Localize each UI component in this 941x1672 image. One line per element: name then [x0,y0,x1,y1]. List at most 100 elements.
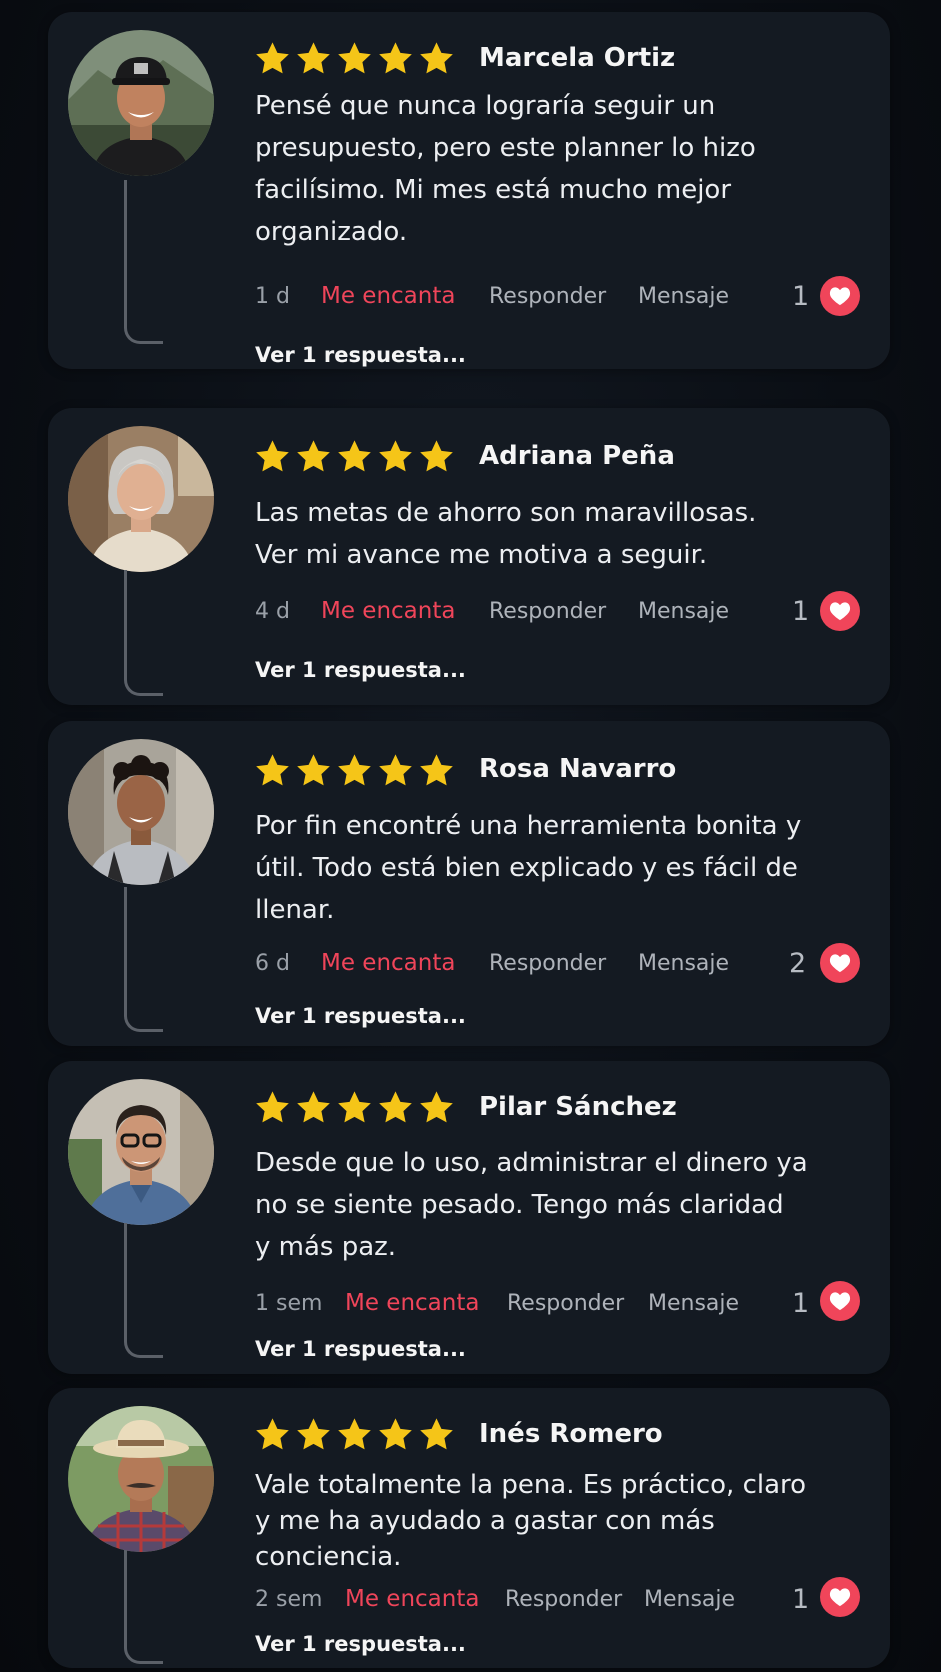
review-text-line: no se siente pesado. Tengo más claridad [255,1190,784,1220]
message-button[interactable]: Mensaje [638,599,729,624]
like-button[interactable] [820,1577,860,1617]
star-icon [338,1418,371,1450]
review-text-line: facilísimo. Mi mes está mucho mejor [255,175,732,205]
view-replies-link[interactable]: Ver 1 respuesta... [255,1632,466,1656]
star-icon [338,754,371,786]
star-rating [253,752,456,790]
review-card: Adriana Peña Las metas de ahorro son mar… [48,408,890,705]
review-card: Inés Romero Vale totalmente la pena. Es … [48,1388,890,1668]
like-count: 1 [792,1288,810,1319]
heart-icon [829,1292,851,1311]
star-icon [379,42,412,74]
star-icon [338,440,371,472]
star-icon [297,42,330,74]
star-icon [379,440,412,472]
review-text-line: útil. Todo está bien explicado y es fáci… [255,853,798,883]
view-replies-link[interactable]: Ver 1 respuesta... [255,1004,466,1028]
review-text-line: Ver mi avance me motiva a seguir. [255,540,708,570]
like-button[interactable] [820,943,860,983]
review-text-line: Vale totalmente la pena. Es práctico, cl… [255,1470,807,1500]
review-text-line: presupuesto, pero este planner lo hizo [255,133,756,163]
star-rating [253,1089,456,1127]
reviewer-name[interactable]: Marcela Ortiz [479,43,675,73]
view-replies-link[interactable]: Ver 1 respuesta... [255,658,466,682]
heart-icon [829,954,851,973]
review-card: Rosa Navarro Por fin encontré una herram… [48,721,890,1046]
star-icon [379,1091,412,1123]
like-count: 1 [792,281,810,312]
star-icon [297,440,330,472]
star-icon [256,1091,289,1123]
star-icon [420,754,453,786]
avatar[interactable] [68,1406,214,1552]
review-time: 1 d [255,284,290,309]
reviewer-name[interactable]: Pilar Sánchez [479,1092,677,1122]
like-count: 1 [792,1584,810,1615]
like-button[interactable] [820,276,860,316]
reviewer-name[interactable]: Inés Romero [479,1419,663,1449]
review-text: Las metas de ahorro son maravillosas. Ve… [255,492,815,576]
review-text: Desde que lo uso, administrar el dinero … [255,1142,815,1268]
star-icon [297,754,330,786]
avatar[interactable] [68,30,214,176]
reviewer-name[interactable]: Rosa Navarro [479,754,676,784]
review-card: Marcela Ortiz Pensé que nunca lograría s… [48,12,890,369]
review-time: 6 d [255,951,290,976]
heart-icon [829,602,851,621]
star-icon [256,440,289,472]
star-icon [379,754,412,786]
reply-thread-line [124,180,163,344]
star-rating [253,1416,456,1454]
star-icon [256,1418,289,1450]
message-button[interactable]: Mensaje [638,951,729,976]
love-reaction-button[interactable]: Me encanta [321,283,455,309]
avatar[interactable] [68,1079,214,1225]
review-text: Pensé que nunca lograría seguir un presu… [255,85,815,253]
like-count: 2 [789,948,807,979]
review-text-line: Por fin encontré una herramienta bonita … [255,811,802,841]
review-text: Por fin encontré una herramienta bonita … [255,805,815,931]
love-reaction-button[interactable]: Me encanta [321,950,455,976]
review-text-line: Desde que lo uso, administrar el dinero … [255,1148,808,1178]
reply-thread-line [124,570,163,696]
review-text-line: Pensé que nunca lograría seguir un [255,91,716,121]
reviewer-name[interactable]: Adriana Peña [479,441,675,471]
heart-icon [829,1588,851,1607]
review-text-line: conciencia. [255,1542,402,1572]
like-button[interactable] [820,591,860,631]
review-text-line: Las metas de ahorro son maravillosas. [255,498,757,528]
reply-thread-line [124,887,163,1032]
star-icon [256,754,289,786]
reply-button[interactable]: Responder [507,1291,624,1316]
review-text: Vale totalmente la pena. Es práctico, cl… [255,1467,815,1575]
review-card: Pilar Sánchez Desde que lo uso, administ… [48,1061,890,1374]
star-rating [253,438,456,476]
star-icon [420,440,453,472]
like-button[interactable] [820,1281,860,1321]
star-icon [420,42,453,74]
view-replies-link[interactable]: Ver 1 respuesta... [255,343,466,367]
reply-thread-line [124,1550,163,1664]
love-reaction-button[interactable]: Me encanta [345,1586,479,1612]
review-time: 1 sem [255,1291,323,1316]
love-reaction-button[interactable]: Me encanta [321,598,455,624]
avatar[interactable] [68,739,214,885]
avatar[interactable] [68,426,214,572]
message-button[interactable]: Mensaje [638,284,729,309]
love-reaction-button[interactable]: Me encanta [345,1290,479,1316]
reply-button[interactable]: Responder [489,951,606,976]
like-count: 1 [792,596,810,627]
review-text-line: llenar. [255,895,335,925]
reply-button[interactable]: Responder [505,1587,622,1612]
message-button[interactable]: Mensaje [648,1291,739,1316]
reply-button[interactable]: Responder [489,599,606,624]
message-button[interactable]: Mensaje [644,1587,735,1612]
star-icon [297,1091,330,1123]
star-icon [379,1418,412,1450]
reply-button[interactable]: Responder [489,284,606,309]
reply-thread-line [124,1223,163,1358]
review-time: 2 sem [255,1587,323,1612]
view-replies-link[interactable]: Ver 1 respuesta... [255,1337,466,1361]
star-icon [420,1091,453,1123]
star-icon [338,1091,371,1123]
